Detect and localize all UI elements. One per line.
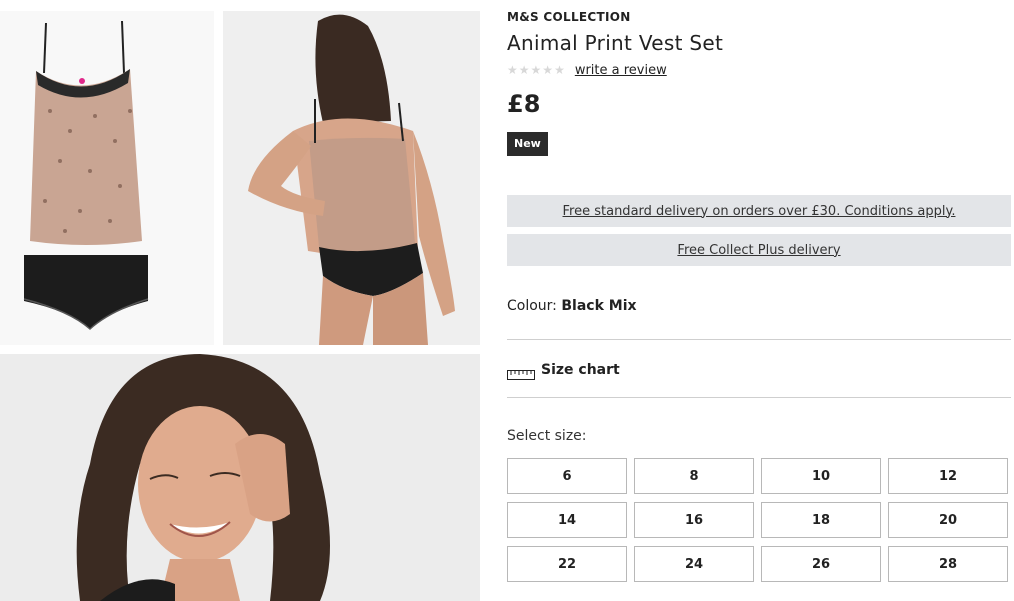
rating-stars: ★ ★ ★ ★ ★ (507, 64, 565, 76)
size-option-10[interactable]: 10 (761, 458, 881, 494)
size-option-18[interactable]: 18 (761, 502, 881, 538)
divider (507, 397, 1011, 398)
size-option-28[interactable]: 28 (888, 546, 1008, 582)
size-chart-label: Size chart (541, 362, 620, 378)
star-icon: ★ (542, 63, 554, 77)
select-size-label: Select size: (507, 428, 587, 444)
product-price: £8 (507, 90, 541, 118)
product-flatlay-image[interactable] (0, 11, 214, 345)
star-icon: ★ (518, 63, 530, 77)
colour-value: Black Mix (561, 298, 637, 314)
rating-row: ★ ★ ★ ★ ★ write a review (507, 62, 1011, 78)
size-option-8[interactable]: 8 (634, 458, 754, 494)
size-option-14[interactable]: 14 (507, 502, 627, 538)
size-option-6[interactable]: 6 (507, 458, 627, 494)
size-option-12[interactable]: 12 (888, 458, 1008, 494)
colour-label: Colour: (507, 298, 557, 314)
standard-delivery-banner[interactable]: Free standard delivery on orders over £3… (507, 195, 1011, 227)
size-option-20[interactable]: 20 (888, 502, 1008, 538)
size-chart-link[interactable]: Size chart (507, 362, 620, 380)
size-option-24[interactable]: 24 (634, 546, 754, 582)
star-icon: ★ (530, 63, 542, 77)
model-closeup-image[interactable] (0, 354, 480, 601)
collect-plus-delivery-banner[interactable]: Free Collect Plus delivery (507, 234, 1011, 266)
colour-selection: Colour: Black Mix (507, 298, 637, 314)
new-badge: New (507, 132, 548, 156)
star-icon: ★ (507, 63, 518, 77)
size-options: 6 8 10 12 14 16 18 20 22 24 26 28 (507, 458, 1009, 582)
size-option-16[interactable]: 16 (634, 502, 754, 538)
size-option-22[interactable]: 22 (507, 546, 627, 582)
product-details: M&S COLLECTION Animal Print Vest Set ★ ★… (507, 10, 1011, 156)
brand-name[interactable]: M&S COLLECTION (507, 10, 1011, 24)
star-icon: ★ (554, 63, 565, 77)
divider (507, 339, 1011, 340)
write-review-link[interactable]: write a review (575, 63, 667, 78)
ruler-icon (507, 365, 535, 380)
model-back-view-image[interactable] (223, 11, 480, 345)
size-option-26[interactable]: 26 (761, 546, 881, 582)
product-title: Animal Print Vest Set (507, 31, 724, 55)
